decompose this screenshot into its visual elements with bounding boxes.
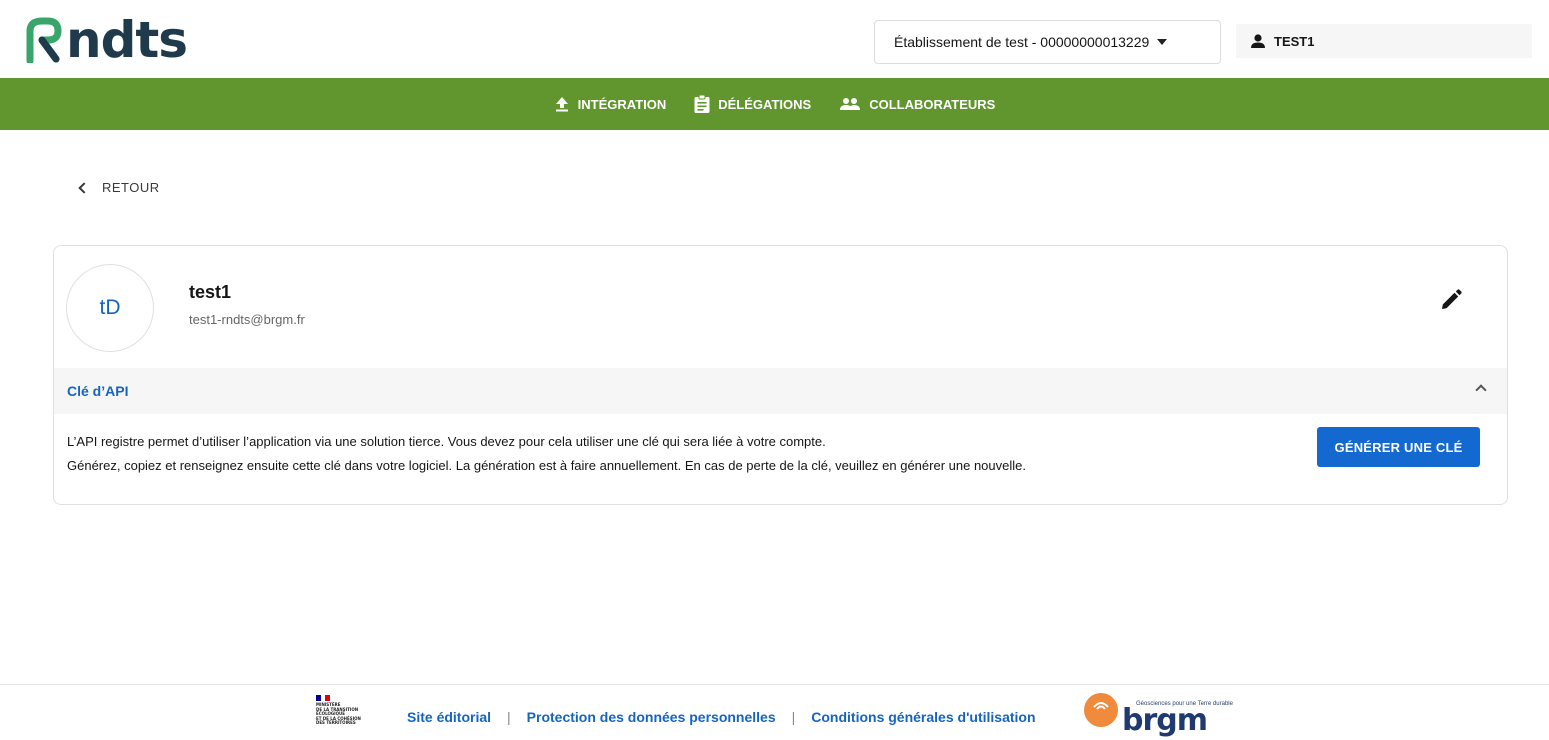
generate-key-button[interactable]: GÉNÉRER UNE CLÉ: [1317, 427, 1480, 467]
rndts-logo[interactable]: ndts: [26, 8, 188, 72]
upload-icon: [555, 97, 568, 112]
caret-down-icon: [1157, 39, 1168, 45]
footer-links: Site éditorial | Protection des données …: [407, 709, 1036, 725]
api-description-line: L’API registre permet d’utiliser l’appli…: [67, 434, 826, 449]
profile-card: tD test1 test1-rndts@brgm.fr Clé d’API L…: [53, 245, 1508, 505]
chevron-left-icon: [78, 181, 90, 194]
french-flag-icon: [316, 695, 331, 701]
api-key-title: Clé d’API: [67, 383, 129, 399]
signal-icon: [1093, 702, 1109, 710]
nav-label: COLLABORATEURS: [869, 96, 996, 112]
edit-button[interactable]: [1439, 288, 1463, 312]
establishment-select[interactable]: Établissement de test - 00000000013229: [874, 20, 1221, 64]
back-link[interactable]: RETOUR: [78, 180, 160, 195]
establishment-label: Établissement de test - 00000000013229: [894, 34, 1150, 50]
chevron-up-icon[interactable]: [1475, 384, 1487, 396]
users-icon: [840, 98, 861, 110]
main-nav: INTÉGRATION DÉLÉGATIONS COLLABORATEURS: [0, 78, 1549, 130]
ministere-logo[interactable]: MINISTÈRE DE LA TRANSITION ÉCOLOGIQUE ET…: [316, 695, 376, 737]
nav-item-integration[interactable]: INTÉGRATION: [554, 96, 667, 112]
nav-item-delegations[interactable]: DÉLÉGATIONS: [694, 95, 811, 113]
nav-label: INTÉGRATION: [577, 96, 667, 112]
api-description: L’API registre permet d’utiliser l’appli…: [67, 430, 1026, 478]
avatar-initials: tD: [99, 296, 121, 319]
brgm-logo[interactable]: Géosciences pour une Terre durable brgm: [1084, 691, 1264, 740]
logo-text: ndts: [66, 11, 188, 69]
person-icon: [1251, 34, 1265, 48]
profile-name: test1: [189, 282, 232, 302]
api-key-accordion-header[interactable]: Clé d’API: [54, 368, 1507, 414]
nav-item-collaborateurs[interactable]: COLLABORATEURS: [839, 97, 995, 112]
profile-email: test1-rndts@brgm.fr: [189, 312, 305, 327]
back-label: RETOUR: [102, 180, 160, 195]
header: ndts Établissement de test - 00000000013…: [0, 0, 1549, 78]
nav-label: DÉLÉGATIONS: [718, 96, 812, 112]
user-menu[interactable]: TEST1: [1236, 24, 1532, 58]
api-description-line: Générez, copiez et renseignez ensuite ce…: [67, 458, 1026, 473]
user-name-label: TEST1: [1274, 33, 1315, 49]
footer-link-site-editorial[interactable]: Site éditorial: [407, 709, 491, 725]
ministere-text: MINISTÈRE DE LA TRANSITION ÉCOLOGIQUE ET…: [316, 702, 361, 726]
footer-link-terms[interactable]: Conditions générales d'utilisation: [811, 709, 1035, 725]
footer-separator: |: [791, 709, 796, 725]
footer-link-privacy[interactable]: Protection des données personnelles: [527, 709, 776, 725]
footer-separator: |: [507, 709, 511, 725]
avatar: tD: [66, 264, 154, 352]
pencil-icon: [1442, 289, 1462, 309]
brgm-wordmark: brgm: [1122, 703, 1208, 738]
clipboard-icon: [694, 95, 710, 113]
r-logo-icon: [26, 17, 62, 63]
footer: MINISTÈRE DE LA TRANSITION ÉCOLOGIQUE ET…: [0, 684, 1549, 740]
